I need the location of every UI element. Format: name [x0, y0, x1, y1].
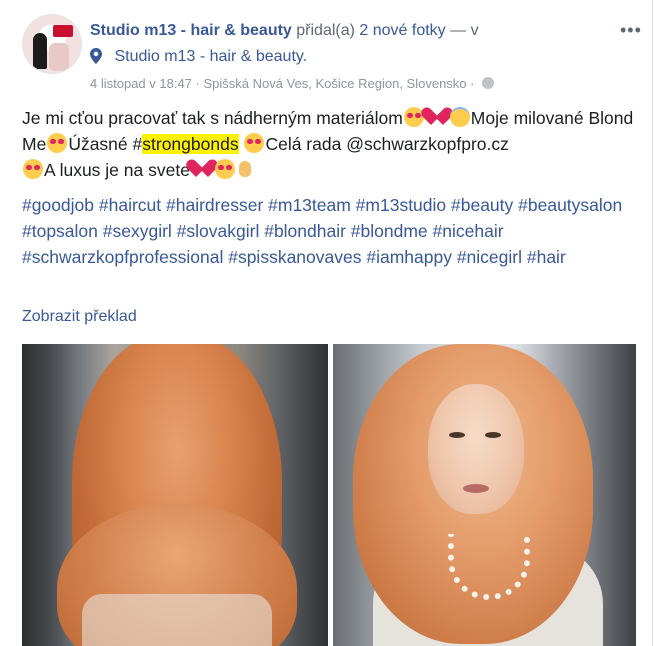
author-name-link[interactable]: Studio m13 - hair & beauty	[90, 22, 292, 39]
heart-eyes-emoji	[23, 159, 43, 179]
heart-eyes-emoji	[47, 133, 68, 153]
avatar-figure	[33, 33, 47, 69]
post-text-part-1: Je mi cťou pracovať tak s nádherným mate…	[22, 108, 403, 128]
post-text-part-4: Celá rada @schwarzkopfpro.cz	[265, 134, 509, 154]
avatar-figure-2	[49, 43, 69, 71]
more-options-icon[interactable]: •••	[620, 20, 642, 41]
post-place[interactable]: Spišská Nová Ves, Košice Region, Slovens…	[204, 76, 467, 91]
right-eye	[485, 432, 501, 438]
facebook-post-card: Studio m13 - hair & beauty přidal(a) 2 n…	[0, 0, 653, 646]
globe-icon[interactable]	[482, 77, 495, 89]
avatar-logo	[53, 25, 73, 37]
face	[428, 384, 524, 514]
red-heart-emoji	[426, 107, 448, 127]
location-line[interactable]: Studio m13 - hair & beauty.	[90, 46, 307, 68]
left-eye	[449, 432, 465, 438]
hashtags[interactable]: #goodjob #haircut #hairdresser #m13team …	[22, 192, 637, 270]
post-meta: 4 listopad v 18:47 · Spišská Nová Ves, K…	[90, 75, 495, 93]
meta-separator: ·	[195, 76, 200, 91]
post-header-line: Studio m13 - hair & beauty přidal(a) 2 n…	[90, 20, 610, 42]
meta-separator-2: ·	[470, 76, 475, 91]
show-translation-link[interactable]: Zobrazit překlad	[22, 306, 137, 328]
heart-eyes-emoji	[214, 159, 235, 179]
smiling-angel-emoji	[449, 107, 470, 127]
red-heart-emoji	[191, 159, 213, 179]
post-photo-1[interactable]	[22, 344, 328, 646]
post-timestamp[interactable]: 4 listopad v 18:47	[90, 76, 192, 91]
location-pin-icon	[90, 48, 102, 64]
action-prefix: přidal(a)	[296, 22, 355, 39]
new-photos-link[interactable]: 2 nové fotky	[359, 22, 445, 39]
heart-eyes-emoji	[244, 133, 265, 153]
page-avatar[interactable]	[22, 14, 82, 74]
post-header: Studio m13 - hair & beauty přidal(a) 2 n…	[90, 20, 610, 91]
post-text-part-3: Úžasné #	[68, 134, 143, 154]
location-link[interactable]: Studio m13 - hair & beauty.	[114, 48, 307, 65]
ok-hand-emoji	[237, 159, 253, 179]
lips	[463, 484, 489, 493]
post-text-part-5: A luxus je na svete	[44, 160, 190, 180]
post-text: Je mi cťou pracovať tak s nádherným mate…	[22, 105, 637, 183]
post-action-text: přidal(a) 2 nové fotky — v	[296, 22, 478, 39]
shirt	[82, 594, 272, 646]
highlighted-hashtag[interactable]: strongbonds	[142, 134, 239, 154]
action-suffix: — v	[450, 22, 479, 39]
post-photo-2[interactable]	[333, 344, 636, 646]
